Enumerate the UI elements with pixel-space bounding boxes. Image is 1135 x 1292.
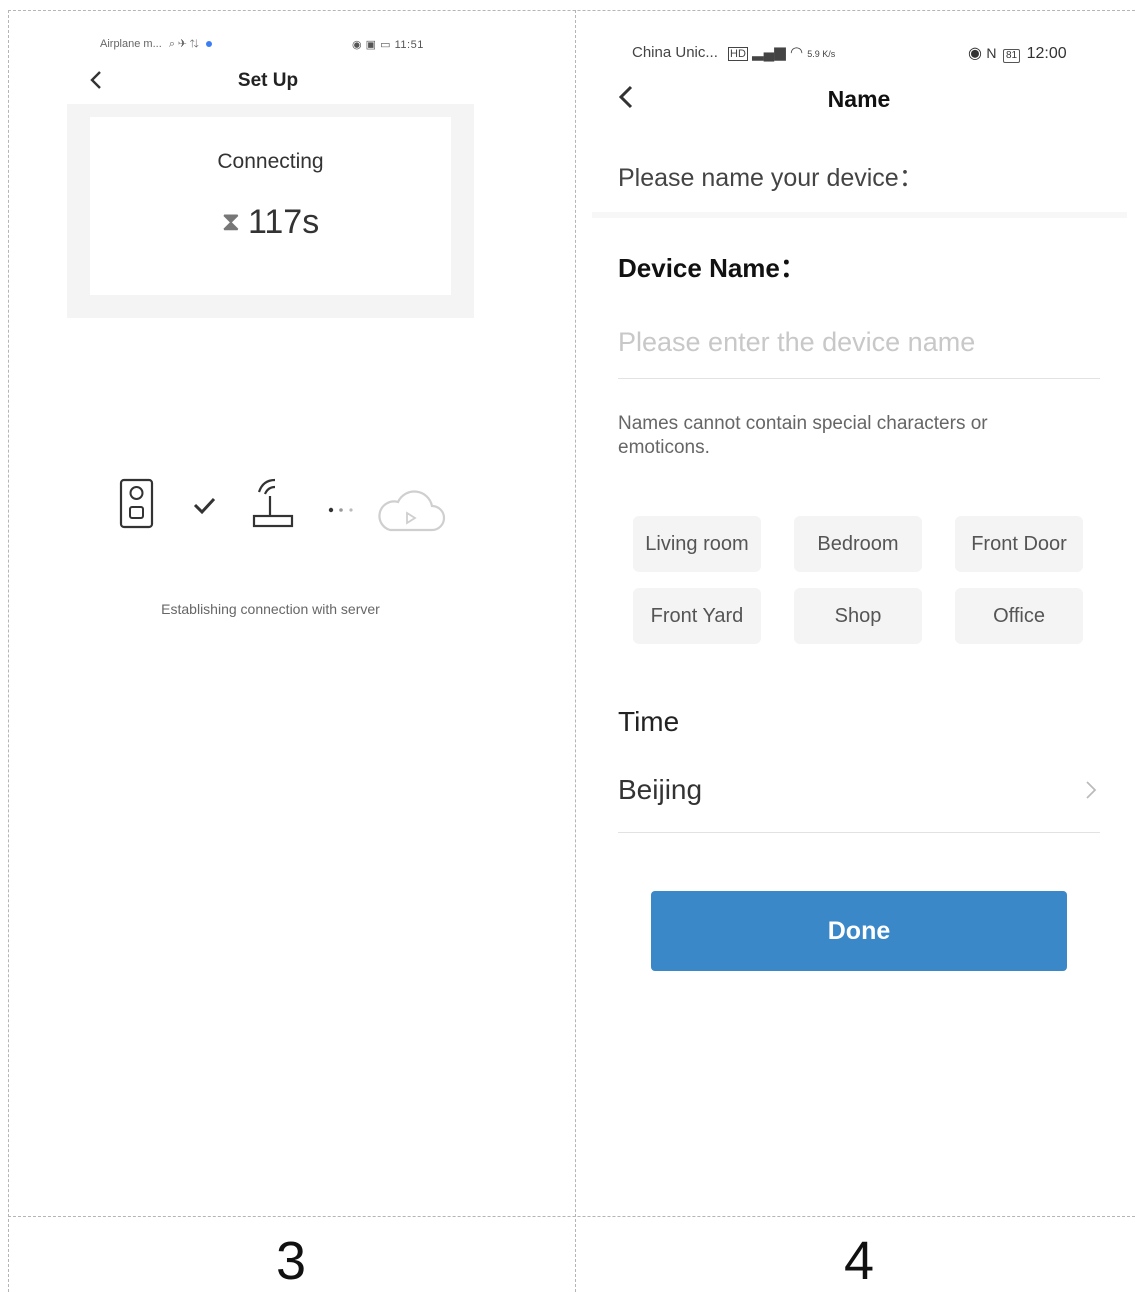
eye-icon: ◉ <box>968 45 982 62</box>
battery-icon: ▭ <box>380 39 392 51</box>
back-chevron-icon[interactable] <box>616 82 636 112</box>
notification-dot-icon <box>205 41 212 48</box>
countdown-timer: ⧗ 117s <box>90 203 451 242</box>
step-label-3: 3 <box>275 1231 307 1291</box>
router-icon <box>252 478 294 528</box>
chevron-right-icon <box>1086 781 1097 799</box>
section-divider <box>592 212 1127 218</box>
wifi-icon: ◠ <box>789 44 804 61</box>
suggestion-front-door[interactable]: Front Door <box>955 516 1083 572</box>
connection-message: Establishing connection with server <box>161 601 380 617</box>
nfc-icon: N <box>986 45 997 61</box>
page-title: Name <box>827 86 891 112</box>
battery-icon: 81 <box>1003 49 1021 63</box>
device-name-input[interactable] <box>618 316 1098 368</box>
name-prompt: Please name your device： <box>618 164 924 192</box>
input-underline <box>618 378 1100 379</box>
network-speed: 5.9 K/s <box>807 49 835 59</box>
device-name-label: Device Name： <box>618 253 806 283</box>
hourglass-icon: ⧗ <box>221 206 241 236</box>
status-bar-right: ◉ N 81 12:00 <box>968 43 1067 63</box>
suggestion-bedroom[interactable]: Bedroom <box>794 516 922 572</box>
network-speed-icon: ⇅ <box>189 38 199 50</box>
done-button[interactable]: Done <box>651 891 1067 971</box>
eye-icon: ◉ <box>352 39 363 51</box>
timezone-value: Beijing <box>618 774 703 805</box>
network-speed-unit: K/s <box>822 49 836 59</box>
status-bar-right: ◉ ▣ ▭ 11:51 <box>352 38 424 51</box>
connection-steps <box>119 478 446 532</box>
name-rules-hint: Names cannot contain special characters … <box>618 413 988 458</box>
status-carrier: China Unic... <box>632 44 718 61</box>
step-label-4: 4 <box>843 1231 875 1291</box>
divider-bottom <box>8 1216 1135 1217</box>
ellipsis-icon <box>328 507 353 513</box>
network-speed-value: 5.9 <box>807 49 820 59</box>
cloud-icon <box>378 490 446 532</box>
check-icon <box>193 497 216 515</box>
status-carrier-text: Airplane m... <box>100 38 162 50</box>
suggestion-living-room[interactable]: Living room <box>633 516 761 572</box>
wifi-icon: ⌕ <box>168 38 175 50</box>
connection-status: Connecting <box>217 150 324 173</box>
status-bar-left: Airplane m... ⌕ ✈ ⇅ <box>100 38 212 51</box>
doorbell-icon <box>119 478 154 529</box>
hd-icon: HD <box>728 47 748 61</box>
countdown-value: 117s <box>248 203 320 241</box>
airplane-icon: ✈ <box>178 38 187 50</box>
status-time: 12:00 <box>1026 45 1067 62</box>
timezone-row[interactable]: Beijing <box>618 768 1100 830</box>
suggestion-front-yard[interactable]: Front Yard <box>633 588 761 644</box>
suggestion-office[interactable]: Office <box>955 588 1083 644</box>
status-time: 11:51 <box>394 39 424 51</box>
timezone-underline <box>618 832 1100 833</box>
page-title: Set Up <box>237 70 299 91</box>
nfc-icon: ▣ <box>365 39 377 51</box>
status-bar-left: China Unic... HD ▂▄▆ ◠ 5.9 K/s <box>632 43 835 61</box>
name-screen: China Unic... HD ▂▄▆ ◠ 5.9 K/s ◉ N 81 12… <box>576 10 1135 1216</box>
time-section-label: Time <box>618 706 680 737</box>
setup-screen: Airplane m... ⌕ ✈ ⇅ ◉ ▣ ▭ 11:51 Set Up C… <box>8 10 575 1216</box>
suggestion-shop[interactable]: Shop <box>794 588 922 644</box>
signal-icon: ▂▄▆ <box>752 44 786 61</box>
